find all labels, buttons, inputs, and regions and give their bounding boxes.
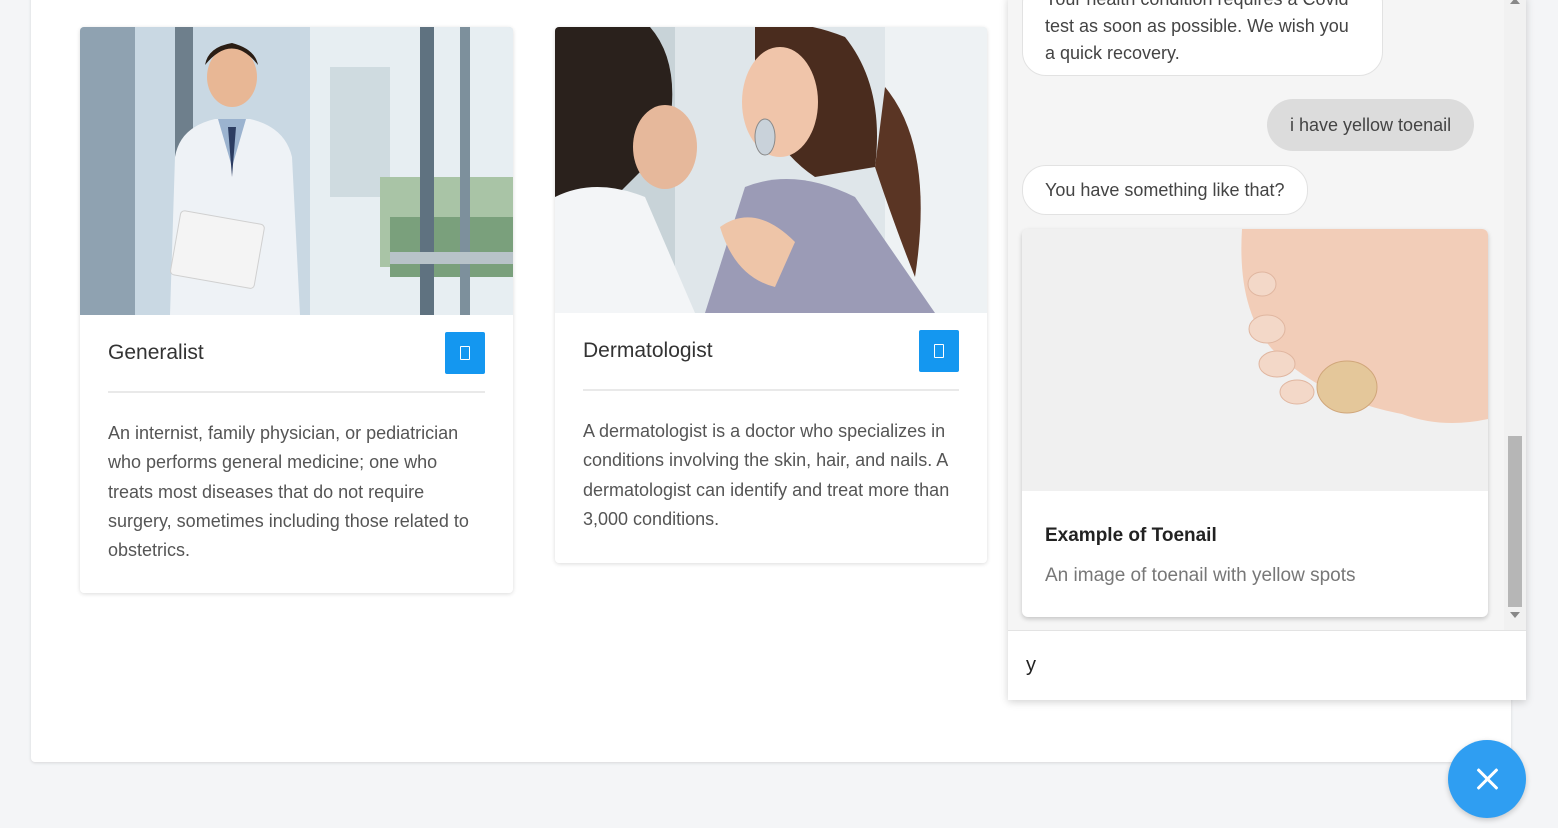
close-chat-button[interactable] bbox=[1448, 740, 1526, 818]
chat-messages[interactable]: Your health condition requires a Covid t… bbox=[1008, 0, 1526, 630]
chat-widget: Your health condition requires a Covid t… bbox=[1008, 0, 1526, 700]
media-card-subtitle: An image of toenail with yellow spots bbox=[1045, 565, 1356, 586]
media-card-title: Example of Toenail bbox=[1045, 525, 1217, 546]
phone-icon bbox=[934, 344, 944, 358]
card-title: Generalist bbox=[108, 341, 204, 364]
card-description: A dermatologist is a doctor who speciali… bbox=[583, 421, 950, 529]
scroll-down-arrow-icon[interactable] bbox=[1510, 612, 1520, 618]
chat-input-bar bbox=[1008, 630, 1526, 700]
call-dermatologist-button[interactable] bbox=[919, 330, 959, 372]
card-title: Dermatologist bbox=[583, 339, 713, 362]
call-generalist-button[interactable] bbox=[445, 332, 485, 374]
close-icon bbox=[1475, 767, 1499, 791]
toenail-image bbox=[1022, 229, 1488, 491]
generalist-photo bbox=[80, 27, 513, 315]
bot-message: Your health condition requires a Covid t… bbox=[1022, 0, 1383, 76]
doctor-card-generalist: Generalist An internist, family physicia… bbox=[80, 27, 513, 593]
phone-icon bbox=[460, 346, 470, 360]
dermatologist-photo bbox=[555, 27, 987, 313]
bot-message: You have something like that? bbox=[1022, 165, 1308, 215]
scrollbar-thumb[interactable] bbox=[1508, 436, 1522, 607]
doctor-card-dermatologist: Dermatologist A dermatologist is a docto… bbox=[555, 27, 987, 563]
card-description: An internist, family physician, or pedia… bbox=[108, 423, 469, 561]
chat-scrollbar[interactable] bbox=[1504, 0, 1526, 630]
scroll-up-arrow-icon[interactable] bbox=[1510, 0, 1520, 4]
toenail-image-card[interactable]: Example of Toenail An image of toenail w… bbox=[1022, 229, 1488, 617]
user-message: i have yellow toenail bbox=[1267, 99, 1475, 151]
chat-message-input[interactable] bbox=[1026, 647, 1496, 683]
